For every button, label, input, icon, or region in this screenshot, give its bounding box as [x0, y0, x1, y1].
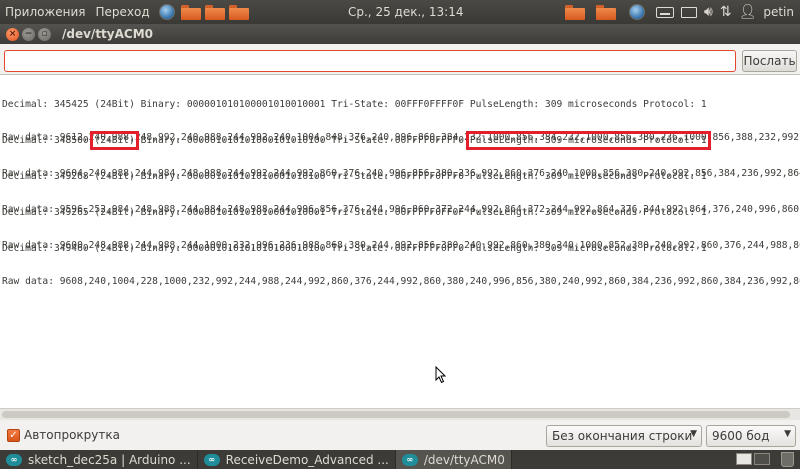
browser-icon[interactable] [158, 4, 175, 20]
taskbar-item-serial-monitor[interactable]: ∞ /dev/ttyACM0 [395, 450, 512, 469]
system-tray: 🔊︎ ⇅ 👤︎ petin [563, 0, 800, 24]
top-panel: Приложения Переход Ср., 25 дек., 13:14 🔊… [0, 0, 800, 24]
decimal-line: Decimal: 349268 (24Bit) Binary: 00000101… [2, 171, 707, 182]
serial-output[interactable]: Decimal: 345425 (24Bit) Binary: 00000101… [0, 74, 800, 408]
places-menu[interactable]: Переход [91, 0, 155, 24]
arduino-icon: ∞ [401, 453, 418, 466]
scrollbar-thumb[interactable] [2, 411, 790, 418]
mail-icon[interactable] [681, 6, 697, 18]
highlight-bits: (24Bit) [90, 131, 139, 150]
decimal-middle: Binary: 000001010101000101010100 Tri-Sta… [134, 135, 470, 146]
bottom-controls: ✓ Автопрокрутка Без окончания строки ▼ 9… [0, 422, 800, 450]
user-name[interactable]: petin [763, 0, 794, 24]
taskbar-item-label: /dev/ttyACM0 [423, 452, 505, 467]
decimal-line: Decimal: 349460 (24Bit) Binary: 00000101… [2, 243, 707, 254]
maximize-icon[interactable]: ▫ [38, 27, 51, 41]
decimal-line: Decimal: 349265 (24Bit) Binary: 00000101… [2, 207, 707, 218]
workspace-switcher[interactable] [736, 453, 770, 465]
raw-data-line: Raw data: 9608,240,1004,228,1000,232,992… [2, 276, 800, 287]
chevron-down-icon: ▼ [784, 429, 791, 439]
decimal-prefix: Decimal: 348500 [2, 135, 95, 146]
window-title: /dev/ttyACM0 [62, 27, 153, 41]
close-icon[interactable]: × [6, 27, 19, 41]
folder-icon[interactable] [596, 4, 616, 20]
window-titlebar[interactable]: × − ▫ /dev/ttyACM0 [0, 24, 800, 44]
decimal-line: Decimal: 345425 (24Bit) Binary: 00000101… [2, 99, 707, 110]
network-icon[interactable]: ⇅ [720, 0, 732, 24]
folder-icon[interactable] [228, 4, 249, 20]
taskbar-item-receivedemo[interactable]: ∞ ReceiveDemo_Advanced ... [198, 450, 396, 469]
taskbar-item-sketch[interactable]: ∞ sketch_dec25a | Arduino ... [0, 450, 198, 469]
horizontal-scrollbar[interactable] [0, 408, 800, 420]
trash-icon[interactable] [781, 452, 794, 467]
autoscroll-checkbox[interactable]: ✓ [7, 429, 20, 442]
folder-icon[interactable] [565, 4, 585, 20]
workspace-1[interactable] [736, 453, 752, 465]
folder-icon[interactable] [204, 4, 225, 20]
volume-icon[interactable]: 🔊︎ [704, 0, 713, 24]
taskbar-item-label: ReceiveDemo_Advanced ... [225, 452, 389, 467]
mouse-cursor-icon [435, 366, 447, 384]
send-button[interactable]: Послать [742, 50, 797, 72]
arduino-icon: ∞ [203, 453, 220, 466]
taskbar-item-label: sketch_dec25a | Arduino ... [28, 452, 191, 467]
workspace-2[interactable] [754, 453, 770, 465]
minimize-icon[interactable]: − [22, 27, 35, 41]
line-ending-value: Без окончания строки [552, 429, 693, 443]
serial-input[interactable] [4, 50, 736, 72]
send-row: Послать [4, 50, 797, 72]
keyboard-icon[interactable] [656, 6, 674, 18]
output-entry: Decimal: 349460 (24Bit) Binary: 00000101… [2, 221, 800, 309]
browser-icon[interactable] [629, 4, 645, 20]
autoscroll-label[interactable]: Автопрокрутка [24, 428, 120, 442]
taskbar: ∞ sketch_dec25a | Arduino ... ∞ ReceiveD… [0, 450, 800, 469]
decimal-line: Decimal: 348500 (24Bit) Binary: 00000101… [2, 131, 800, 150]
user-icon[interactable]: 👤︎ [739, 0, 757, 24]
applications-menu[interactable]: Приложения [0, 0, 91, 24]
baud-rate-value: 9600 бод [712, 429, 770, 443]
line-ending-select[interactable]: Без окончания строки ▼ [546, 425, 702, 447]
clock[interactable]: Ср., 25 дек., 13:14 [348, 0, 463, 24]
serial-monitor-window: × − ▫ /dev/ttyACM0 Послать Decimal: 3454… [0, 24, 800, 450]
chevron-down-icon: ▼ [690, 429, 697, 439]
folder-icon[interactable] [180, 4, 201, 20]
baud-rate-select[interactable]: 9600 бод ▼ [706, 425, 796, 447]
arduino-icon: ∞ [6, 453, 22, 466]
highlight-pulse-length: PulseLength: 309 microseconds Protocol: … [465, 131, 711, 150]
